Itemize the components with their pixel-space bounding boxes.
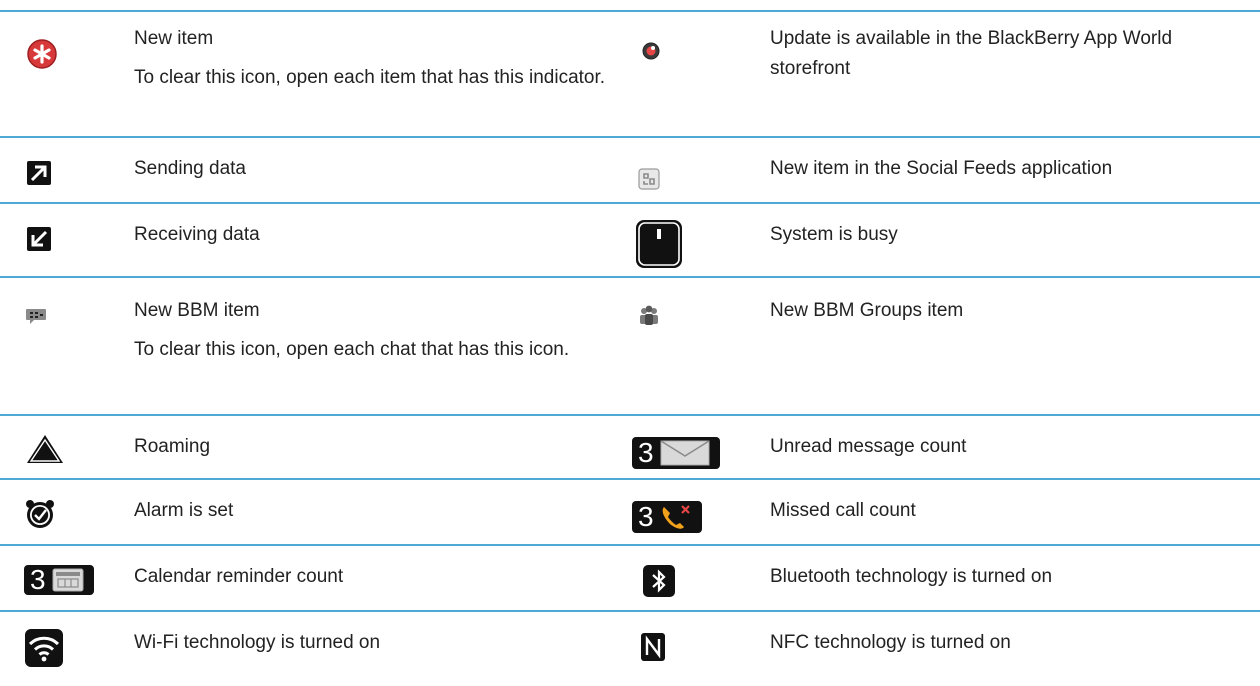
icon-description: Wi-Fi technology is turned on (134, 628, 614, 658)
receiving-data-icon (26, 226, 52, 252)
icon-title: Roaming (134, 436, 211, 457)
icon-description: New item in the Social Feeds application (770, 154, 1230, 184)
icon-description: Receiving data (134, 220, 614, 250)
icon-title: Wi-Fi technology is turned on (134, 632, 381, 653)
icon-description: Alarm is set (134, 496, 614, 526)
icon-description: Unread message count (770, 432, 1230, 462)
icon-title: Receiving data (134, 224, 260, 245)
icon-title: Sending data (134, 158, 246, 179)
icon-title: System is busy (770, 224, 898, 245)
icon-description: NFC technology is turned on (770, 628, 1230, 658)
sending-data-icon (26, 160, 52, 186)
icon-description: Roaming (134, 432, 614, 462)
row-separator (0, 136, 1260, 138)
unread-message-icon: 3 (632, 436, 722, 470)
icon-description: Bluetooth technology is turned on (770, 562, 1230, 592)
roaming-icon (24, 432, 66, 466)
icon-description: Missed call count (770, 496, 1230, 526)
alarm-icon (24, 498, 56, 530)
row-separator (0, 544, 1260, 546)
wifi-icon (24, 628, 64, 668)
icon-title: Unread message count (770, 436, 967, 457)
bluetooth-icon (642, 564, 676, 598)
calendar-count-badge: 3 (30, 564, 46, 595)
app-world-update-icon (640, 40, 662, 62)
icon-note: To clear this icon, open each chat that … (134, 339, 570, 360)
social-feeds-icon (636, 166, 662, 192)
icon-title: Calendar reminder count (134, 566, 344, 587)
row-separator (0, 610, 1260, 612)
icon-title: New item in the Social Feeds application (770, 158, 1113, 179)
row-separator (0, 202, 1260, 204)
unread-count-badge: 3 (638, 437, 654, 468)
icon-description: New item To clear this icon, open each i… (134, 24, 614, 93)
bbm-item-icon (24, 304, 48, 328)
nfc-icon (640, 632, 666, 662)
icon-title: NFC technology is turned on (770, 632, 1011, 653)
icon-description: Update is available in the BlackBerry Ap… (770, 24, 1230, 84)
row-separator (0, 276, 1260, 278)
icon-description: System is busy (770, 220, 1230, 250)
icon-title: New item (134, 28, 214, 49)
row-separator (0, 478, 1260, 480)
new-item-star-icon (26, 38, 58, 70)
table-top-rule (0, 10, 1260, 12)
row-separator (0, 414, 1260, 416)
icon-description: Calendar reminder count (134, 562, 614, 592)
icon-description: New BBM Groups item (770, 296, 1230, 326)
calendar-reminder-icon: 3 (24, 564, 96, 596)
icon-note: To clear this icon, open each item that … (134, 67, 606, 88)
icon-title: Bluetooth technology is turned on (770, 566, 1053, 587)
icon-title: Missed call count (770, 500, 916, 521)
icon-description: New BBM item To clear this icon, open ea… (134, 296, 614, 365)
missed-call-count-badge: 3 (638, 501, 654, 532)
icon-description: Sending data (134, 154, 614, 184)
system-busy-icon (634, 218, 684, 270)
icon-title: New BBM item (134, 300, 260, 321)
icon-title: Alarm is set (134, 500, 234, 521)
icon-title: Update is available in the BlackBerry Ap… (770, 28, 1173, 79)
missed-call-icon: 3 (632, 500, 704, 534)
icon-title: New BBM Groups item (770, 300, 964, 321)
bbm-groups-icon (636, 302, 662, 328)
